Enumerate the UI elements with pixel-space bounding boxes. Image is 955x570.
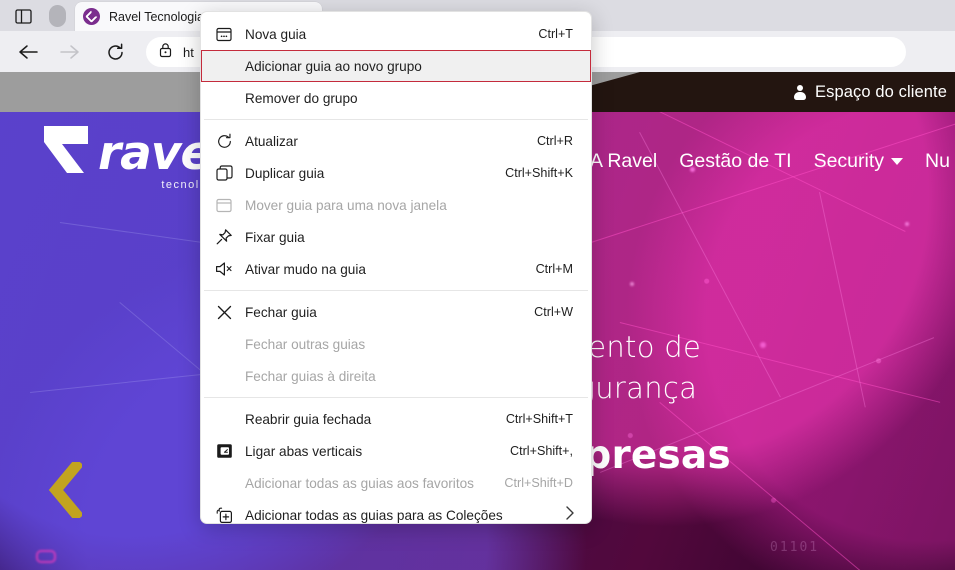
menu-item-label: Adicionar todas as guias para as Coleçõe… [245,507,503,523]
site-logo[interactable]: ravel tecnologia [40,122,228,191]
tab-context-menu: Nova guia Ctrl+T Adicionar guia ao novo … [200,11,592,524]
chevron-right-icon [565,505,575,523]
no-icon [211,408,237,430]
menu-item-duplicar-guia[interactable]: Duplicar guia Ctrl+Shift+K [201,157,591,189]
menu-item-label: Atualizar [245,133,298,149]
menu-item-reabrir-guia-fechada[interactable]: Reabrir guia fechada Ctrl+Shift+T [201,403,591,435]
nav-item-nuvem[interactable]: Nu [925,150,950,173]
menu-item-fechar-guias-a-direita: Fechar guias à direita [201,360,591,392]
menu-item-nova-guia[interactable]: Nova guia Ctrl+T [201,18,591,50]
back-arrow-icon[interactable] [14,38,42,66]
mute-icon [211,258,237,280]
menu-separator [204,290,588,291]
url-text: ht [183,44,194,60]
menu-item-fechar-outras-guias: Fechar outras guias [201,328,591,360]
no-icon [211,87,237,109]
no-icon [211,333,237,355]
chevron-down-icon [891,158,904,166]
duplicate-icon [211,162,237,184]
nav-item-gestao-de-ti[interactable]: Gestão de TI [679,150,791,173]
menu-item-accelerator: Ctrl+W [534,305,573,319]
menu-item-label: Fechar guias à direita [245,368,376,384]
client-area-label: Espaço do cliente [815,82,947,101]
lock-icon [158,42,173,63]
nav-item-a-ravel[interactable]: A Ravel [590,150,657,173]
no-icon [211,55,237,77]
menu-item-label: Adicionar guia ao novo grupo [245,58,422,74]
tab-group-pill[interactable] [49,5,66,27]
menu-item-accelerator: Ctrl+Shift+, [510,444,573,458]
binary-decoration: 01101 [770,540,820,555]
menu-item-label: Adicionar todas as guias aos favoritos [245,475,474,491]
collections-add-icon [211,504,237,523]
pin-icon [211,226,237,248]
menu-item-fixar-guia[interactable]: Fixar guia [201,221,591,253]
menu-separator [204,119,588,120]
menu-item-accelerator: Ctrl+Shift+K [505,166,573,180]
menu-item-fechar-guia[interactable]: Fechar guia Ctrl+W [201,296,591,328]
menu-item-accelerator: Ctrl+Shift+D [504,476,573,490]
menu-item-label: Fechar outras guias [245,336,366,352]
menu-item-accelerator: Ctrl+M [535,262,573,276]
menu-item-label: Mover guia para uma nova janela [245,197,447,213]
menu-item-accelerator: Ctrl+T [538,27,573,41]
reload-icon[interactable] [101,38,129,66]
new-tab-icon [211,23,237,45]
vertical-tabs-icon [211,440,237,462]
reload-icon [211,130,237,152]
menu-item-label: Nova guia [245,26,307,42]
nav-item-security[interactable]: Security [814,150,904,173]
menu-item-adicionar-todas-as-guias-para-as-colecoes[interactable]: Adicionar todas as guias para as Coleçõe… [201,499,591,523]
menu-item-label: Ligar abas verticais [245,443,363,459]
close-x-icon [211,301,237,323]
menu-item-remover-do-grupo[interactable]: Remover do grupo [201,82,591,114]
menu-item-accelerator: Ctrl+Shift+T [505,412,573,426]
menu-item-ligar-abas-verticais[interactable]: Ligar abas verticais Ctrl+Shift+, [201,435,591,467]
window-icon [211,194,237,216]
menu-item-label: Duplicar guia [245,165,325,181]
ravel-favicon [83,8,100,25]
no-icon [211,472,237,494]
site-nav: A Ravel Gestão de TI Security Nu [590,150,950,173]
tab-pane-icon[interactable] [10,5,36,27]
menu-item-accelerator: Ctrl+R [536,134,573,148]
menu-item-label: Remover do grupo [245,90,358,106]
menu-item-adicionar-todas-as-guias-aos-favoritos: Adicionar todas as guias aos favoritos C… [201,467,591,499]
menu-item-atualizar[interactable]: Atualizar Ctrl+R [201,125,591,157]
carousel-prev-button[interactable] [48,462,82,518]
browser-window: 01101 Espaço do cliente ravel tecnologia [0,0,955,570]
menu-separator [204,397,588,398]
logo-tagline: tecnologia [161,179,227,191]
no-icon [211,365,237,387]
menu-item-mover-guia-para-uma-nova-janela: Mover guia para uma nova janela [201,189,591,221]
menu-item-ativar-mudo-na-guia[interactable]: Ativar mudo na guia Ctrl+M [201,253,591,285]
menu-item-label: Fechar guia [245,304,317,320]
menu-item-label: Reabrir guia fechada [245,411,372,427]
menu-item-adicionar-guia-ao-novo-grupo[interactable]: Adicionar guia ao novo grupo [201,50,591,82]
ravel-r-mark-icon [40,122,92,177]
person-icon [794,84,807,100]
forward-arrow-icon [56,38,84,66]
menu-item-label: Ativar mudo na guia [245,261,366,277]
client-area-link[interactable]: Espaço do cliente [794,72,947,112]
menu-item-label: Fixar guia [245,229,305,245]
